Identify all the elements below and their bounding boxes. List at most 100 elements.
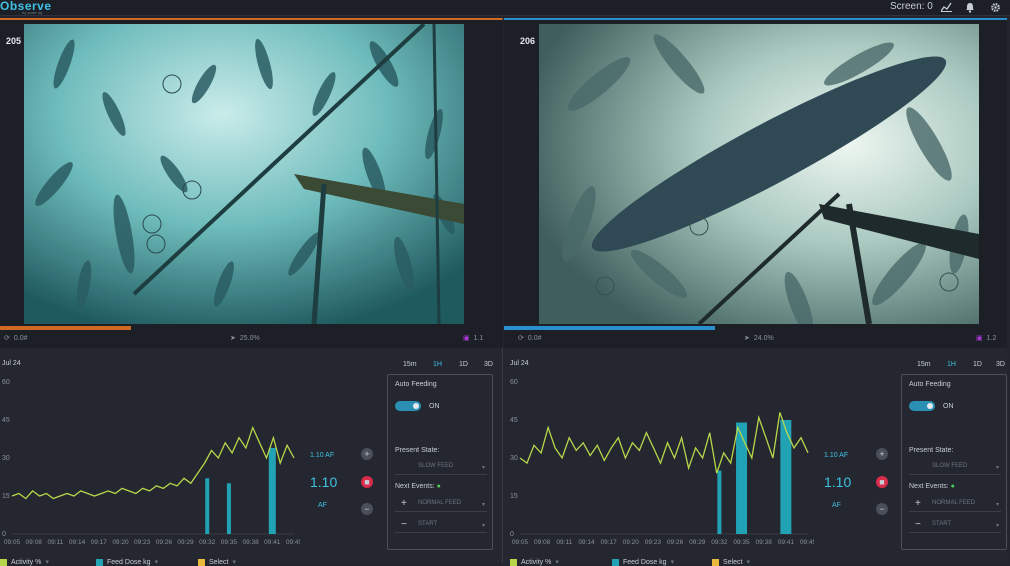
camera-panel-206: 206 ⟳ 0.0# ➤ 24.0% ▣ 1.2 Jul 24 15m 1H 1… xyxy=(504,18,1007,566)
bell-icon[interactable] xyxy=(963,0,977,14)
fish-icon: ➤ xyxy=(230,335,236,342)
feed-dose-bar[interactable] xyxy=(780,420,792,534)
legend-label: Activity % xyxy=(521,558,552,566)
chart-section: Jul 24 15m 1H 1D 3D 0 15 30 45 60 09:05 09:08 0… xyxy=(0,352,503,566)
video-view[interactable]: 205 xyxy=(0,20,503,326)
next-events-text: Next Events: xyxy=(909,483,949,490)
y-tick-label: 60 xyxy=(510,379,518,386)
auto-feeding-panel: Auto Feeding ON Present State: SLOW FEED… xyxy=(901,374,1007,550)
next-event-1-select[interactable]: + NORMAL FEED ▾ xyxy=(909,498,1001,512)
camera-number: 205 xyxy=(6,36,22,46)
x-tick-label: 09:45 xyxy=(286,539,300,546)
range-3d[interactable]: 3D xyxy=(996,361,1005,368)
next-event-1-value: NORMAL FEED xyxy=(418,500,462,506)
af-unit: AF xyxy=(832,502,841,509)
date-label: Jul 24 xyxy=(2,360,21,367)
feed-dose-bar[interactable] xyxy=(736,422,748,534)
info-bar: ⟳ 0.0# ➤ 24.0% ▣ 1.2 xyxy=(504,326,1007,348)
legend-swatch xyxy=(0,558,7,566)
present-state-value: SLOW FEED xyxy=(932,463,968,469)
auto-feeding-toggle[interactable] xyxy=(909,401,935,411)
range-3d[interactable]: 3D xyxy=(484,361,493,368)
camera-number: 206 xyxy=(520,36,536,46)
auto-feeding-toggle[interactable] xyxy=(395,401,421,411)
playback-progress[interactable] xyxy=(0,326,131,330)
x-tick-label: 09:35 xyxy=(221,539,238,546)
feed-dose-bar[interactable] xyxy=(717,470,722,534)
legend-swatch xyxy=(510,558,517,566)
y-tick-label: 45 xyxy=(2,417,10,424)
chart-icon[interactable] xyxy=(939,0,953,14)
video-frame[interactable] xyxy=(539,24,979,324)
increase-button[interactable]: + xyxy=(361,448,373,460)
plus-icon: + xyxy=(401,498,407,509)
decrease-button[interactable]: − xyxy=(876,503,888,515)
legend-select[interactable]: Select ▾ xyxy=(198,558,236,566)
fill-value: 25.0% xyxy=(239,334,260,342)
present-state-select[interactable]: SLOW FEED ▾ xyxy=(395,463,487,475)
legend-label: Select xyxy=(723,558,743,566)
next-event-1-select[interactable]: + NORMAL FEED ▾ xyxy=(395,498,487,512)
decrease-button[interactable]: − xyxy=(361,503,373,515)
feed-dose-bar[interactable] xyxy=(205,478,210,534)
range-1h[interactable]: 1H xyxy=(947,361,956,368)
video-view[interactable]: 206 xyxy=(504,20,1007,326)
legend-feed[interactable]: Feed Dose kg ▾ xyxy=(96,558,158,566)
range-1d[interactable]: 1D xyxy=(973,361,982,368)
plus-icon: + xyxy=(915,498,921,509)
legend-activity[interactable]: Activity % ▾ xyxy=(510,558,559,566)
x-tick-label: 09:32 xyxy=(711,539,728,546)
stop-button[interactable]: ■ xyxy=(361,476,373,488)
x-tick-label: 09:05 xyxy=(4,539,21,546)
x-tick-label: 09:05 xyxy=(512,539,529,546)
chart-section: Jul 24 15m 1H 1D 3D 0 15 30 45 60 09:05 09:08 0… xyxy=(504,352,1007,566)
legend-feed[interactable]: Feed Dose kg ▾ xyxy=(612,558,674,566)
range-15m[interactable]: 15m xyxy=(403,361,417,368)
legend-swatch xyxy=(712,558,719,566)
x-tick-label: 09:23 xyxy=(134,539,151,546)
x-tick-label: 09:38 xyxy=(242,539,259,546)
next-event-2-select[interactable]: − START ▾ xyxy=(395,519,487,533)
x-tick-label: 09:45 xyxy=(800,539,814,546)
x-tick-label: 09:20 xyxy=(623,539,640,546)
x-tick-label: 09:29 xyxy=(689,539,706,546)
x-tick-label: 09:29 xyxy=(177,539,194,546)
speed-value: 0.0# xyxy=(13,334,28,342)
af-value: 1.10 xyxy=(310,474,338,490)
legend-select[interactable]: Select ▾ xyxy=(712,558,750,566)
x-tick-label: 09:38 xyxy=(756,539,773,546)
stop-button[interactable]: ■ xyxy=(876,476,888,488)
range-15m[interactable]: 15m xyxy=(917,361,931,368)
x-tick-label: 09:41 xyxy=(264,539,281,546)
chevron-down-icon: ▾ xyxy=(995,523,999,529)
present-state-select[interactable]: SLOW FEED ▾ xyxy=(909,463,1001,475)
toggle-state: ON xyxy=(943,403,954,410)
legend-swatch xyxy=(96,558,103,566)
x-tick-label: 09:23 xyxy=(645,539,662,546)
feed-dose-bar[interactable] xyxy=(268,447,276,534)
range-1d[interactable]: 1D xyxy=(459,361,468,368)
speed-value: 0.0# xyxy=(527,334,542,342)
activity-chart: 0 15 30 45 60 09:05 09:08 09:11 09:14 09:17 09:20 0… xyxy=(510,379,814,546)
y-tick-label: 45 xyxy=(510,417,518,424)
y-tick-label: 15 xyxy=(2,493,10,500)
video-frame[interactable] xyxy=(24,24,464,324)
present-state-label: Present State: xyxy=(395,447,440,454)
y-tick-label: 30 xyxy=(2,455,10,462)
gear-icon[interactable] xyxy=(988,0,1002,14)
playback-progress[interactable] xyxy=(504,326,716,330)
x-tick-label: 09:08 xyxy=(534,539,551,546)
arrow-icon: ⟳ xyxy=(518,335,524,342)
feed-dose-bar[interactable] xyxy=(226,483,231,534)
x-tick-label: 09:08 xyxy=(26,539,43,546)
next-event-1-value: NORMAL FEED xyxy=(932,500,976,506)
increase-button[interactable]: + xyxy=(876,448,888,460)
activity-line[interactable] xyxy=(11,425,295,500)
activity-line[interactable] xyxy=(519,412,809,474)
next-event-2-select[interactable]: − START ▾ xyxy=(909,519,1001,533)
ratio-value: 1.2 xyxy=(986,334,997,342)
range-1h[interactable]: 1H xyxy=(433,361,442,368)
legend-activity[interactable]: Activity % ▾ xyxy=(0,558,49,566)
activity-chart: 0 15 30 45 60 09:05 09:08 09:11 09:14 09:17 09:20 0… xyxy=(2,379,300,546)
fill-info: ➤ 24.0% xyxy=(744,334,774,343)
